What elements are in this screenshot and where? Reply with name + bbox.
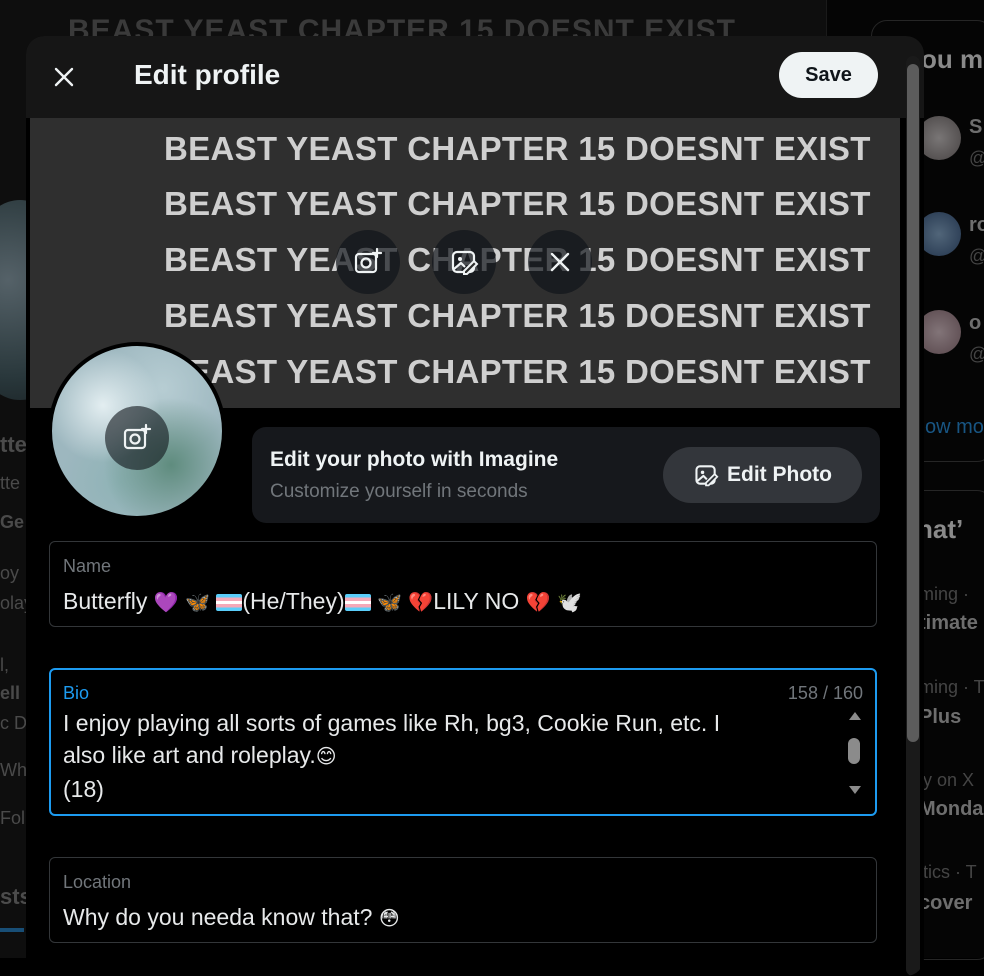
- purple-heart-emoji: 💜: [153, 592, 179, 614]
- bio-field-label: Bio: [63, 683, 90, 703]
- broken-heart-emoji: 💔: [408, 592, 434, 614]
- background-trend-context: ly on X: [919, 770, 975, 790]
- background-trend-context: ming · T: [919, 677, 984, 697]
- background-trend-context: itics · T: [919, 862, 977, 882]
- background-fragment: l,: [0, 655, 9, 675]
- imagine-promo-card: Edit your photo with Imagine Customize y…: [252, 427, 880, 523]
- butterfly-emoji: 🦋: [185, 592, 210, 614]
- background-trend-context: ming ·: [919, 584, 970, 604]
- background-fragment: oy: [0, 563, 20, 583]
- background-trend-title: Plus: [919, 706, 962, 728]
- banner-text-line: BEAST YEAST CHAPTER 15 DOESNT EXIST: [164, 185, 871, 222]
- background-fragment: Ge: [0, 512, 25, 532]
- location-field-label: Location: [63, 872, 132, 892]
- pronouns-text: (He/They): [242, 588, 345, 614]
- background-user-handle: @: [969, 344, 984, 365]
- modal-header: Edit profile Save: [26, 36, 924, 118]
- edit-profile-modal: Edit profile Save BEAST YEAST CHAPTER 15…: [26, 36, 924, 976]
- add-banner-photo-button[interactable]: [336, 230, 400, 294]
- banner-text-line: BEAST YEAST CHAPTER 15 DOESNT EXIST: [164, 297, 871, 334]
- smile-emoji: 😊: [315, 746, 337, 768]
- close-icon: [54, 67, 74, 87]
- background-user-handle: @: [969, 246, 984, 267]
- close-button[interactable]: [42, 58, 86, 96]
- close-icon: [550, 252, 570, 272]
- scroll-down-arrow-icon[interactable]: [849, 786, 861, 794]
- flushed-face-emoji: 😳: [378, 908, 400, 930]
- add-avatar-photo-button[interactable]: [105, 406, 169, 470]
- bio-textarea[interactable]: I enjoy playing all sorts of games like …: [63, 707, 823, 805]
- dove-emoji: 🕊️: [556, 592, 582, 614]
- bio-scroll-thumb[interactable]: [848, 738, 860, 764]
- scroll-up-arrow-icon[interactable]: [849, 712, 861, 720]
- name-field-value[interactable]: Butterfly 💜 🦋 (He/They) 🦋 💔LILY NO 💔 🕊️: [63, 588, 582, 615]
- background-fragment: tte: [0, 473, 21, 493]
- name-field[interactable]: Name Butterfly 💜 🦋 (He/They) 🦋 💔LILY NO …: [49, 541, 877, 627]
- name-text: Butterfly: [63, 588, 148, 614]
- background-who-to-follow-heading: ou m: [921, 44, 984, 74]
- save-button[interactable]: Save: [779, 52, 878, 98]
- name-field-label: Name: [63, 556, 112, 576]
- imagine-subtitle: Customize yourself in seconds: [270, 481, 528, 502]
- background-trend-title: timate: [919, 612, 978, 634]
- background-trend-title: Monda: [919, 798, 984, 820]
- bio-line: also like art and roleplay.😊: [63, 739, 823, 773]
- background-tab-indicator: [0, 928, 24, 932]
- background-user-name: ro: [969, 214, 984, 236]
- bio-scrollbar[interactable]: [844, 710, 864, 802]
- name-extra-text: LILY NO: [433, 588, 520, 614]
- imagine-title: Edit your photo with Imagine: [270, 448, 559, 471]
- butterfly-emoji: 🦋: [377, 592, 402, 614]
- banner-text-line: BEAST YEAST CHAPTER 15 DOESNT EXIST: [164, 130, 871, 167]
- trans-flag-emoji: [216, 594, 243, 611]
- edit-photo-label: Edit Photo: [727, 463, 832, 486]
- broken-heart-emoji: 💔: [525, 592, 551, 614]
- remove-banner-button[interactable]: [528, 230, 592, 294]
- background-show-more-link: ow mo: [925, 416, 984, 438]
- banner-text-line: BEAST YEAST CHAPTER 15 DOESNT EXIST: [164, 241, 871, 278]
- background-trend-title: cover: [919, 892, 973, 914]
- location-field[interactable]: Location Why do you needa know that? 😳: [49, 857, 877, 943]
- edit-banner-image-button[interactable]: [432, 230, 496, 294]
- trans-flag-emoji: [344, 594, 371, 611]
- background-user-name: S: [969, 116, 983, 138]
- edit-photo-button[interactable]: Edit Photo: [663, 447, 862, 503]
- background-fragment: tte: [0, 432, 27, 457]
- background-fragment: Fol: [0, 808, 26, 828]
- bio-char-count: 158 / 160: [787, 683, 863, 703]
- background-user-name: o: [969, 312, 982, 334]
- camera-plus-icon: [354, 247, 383, 274]
- bio-line: (18): [63, 776, 104, 802]
- background-fragment: c D: [0, 713, 27, 733]
- background-fragment: ell: [0, 683, 21, 703]
- bio-field[interactable]: Bio 158 / 160 I enjoy playing all sorts …: [49, 668, 877, 816]
- background-user-handle: @: [969, 148, 984, 169]
- location-field-value[interactable]: Why do you needa know that? 😳: [63, 904, 400, 931]
- image-edit-icon: [695, 465, 719, 487]
- page-title: Edit profile: [134, 59, 281, 90]
- banner-text-line: BEAST YEAST CHAPTER 15 DOESNT EXIST: [164, 353, 871, 390]
- camera-plus-icon: [123, 423, 152, 450]
- image-edit-icon: [451, 250, 479, 275]
- bio-line: I enjoy playing all sorts of games like …: [63, 710, 721, 736]
- bio-line-text: also like art and roleplay.: [63, 742, 316, 768]
- location-text: Why do you needa know that?: [63, 904, 373, 930]
- modal-scrollbar-thumb[interactable]: [907, 64, 919, 742]
